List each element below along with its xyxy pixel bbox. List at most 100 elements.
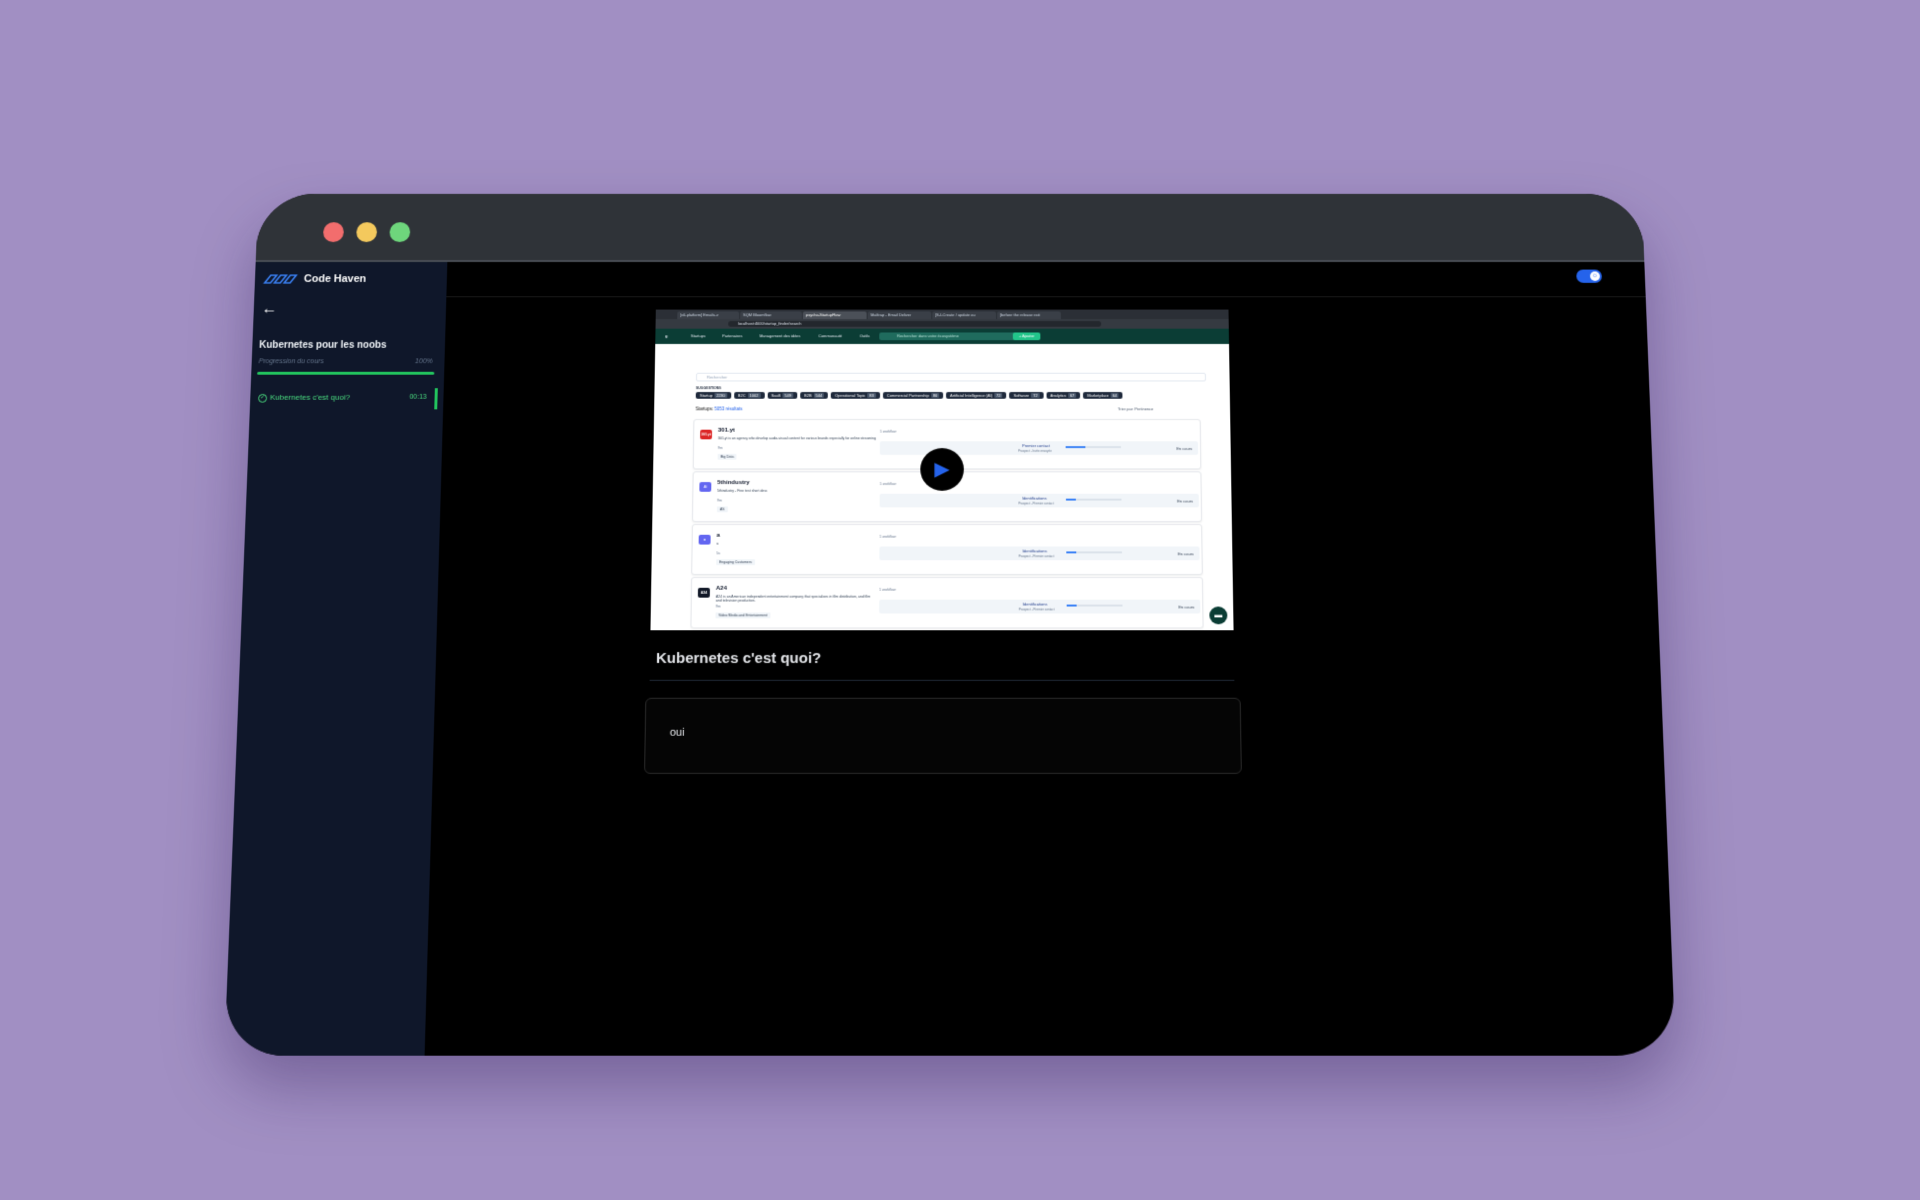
video-chip-count: 67	[1067, 392, 1077, 398]
video-startup-desc: a	[716, 541, 719, 546]
video-chip-label: Analytics	[1050, 392, 1067, 398]
video-chip-count: 64	[1110, 392, 1119, 398]
video-chip-label: Software	[1013, 392, 1030, 398]
lesson-content-text: oui	[669, 726, 685, 739]
video-startup-tag: AS	[716, 506, 728, 513]
video-startup-workflow: 1 workflow	[879, 587, 896, 592]
video-chip: Software 72	[1009, 392, 1044, 399]
theme-toggle[interactable]: ☼	[1576, 269, 1603, 283]
video-startup-card: a a a 5s Engaging Customers 1 workflow Identif…	[691, 524, 1203, 576]
video-chip-label: Artificial Intelligence (AI)	[950, 392, 993, 398]
video-startup-time: 5s	[716, 551, 721, 556]
video-startup-stage: Identifications Prospect - Premier contac…	[879, 546, 1200, 561]
video-nav-add: + Ajouter	[1012, 332, 1041, 341]
video-stage-fill	[1066, 551, 1077, 554]
video-results-prefix: Startups:	[695, 406, 714, 412]
video-chip-label: Commercial Partnership	[886, 392, 929, 398]
video-browser-tabs: [v0-platform] Emails-v SQM Bloomflow psy…	[655, 309, 1229, 320]
lesson-title: Kubernetes c'est quoi?	[655, 650, 822, 667]
video-url: localhost:4000/startup_finder/search	[728, 321, 1102, 327]
video-startup-name: 301.yt	[717, 427, 735, 434]
video-startup-logo: 4i	[699, 482, 712, 492]
video-stage-sub: Prospect - Premier contact	[1018, 501, 1054, 506]
video-chip: Startup 2230	[695, 392, 732, 399]
lesson-duration: 00:13	[409, 393, 427, 401]
video-startup-card: A24 A24 A24 is an American independent ent…	[690, 576, 1204, 629]
video-results-value: 5053 résultats	[714, 406, 743, 412]
video-chip-label: SaaS	[771, 392, 781, 398]
progress-label: Progression du cours	[258, 358, 324, 366]
video-chip: B2B 544	[800, 392, 829, 399]
video-tab: [v0-platform] Emails-v	[677, 311, 740, 320]
video-nav-item: Communauté	[818, 333, 843, 339]
video-startup-tag: Engaging Customers	[716, 559, 755, 566]
video-startup-time: 9m	[717, 446, 723, 451]
video-stage-status: En cours	[1177, 498, 1193, 504]
video-nav-item: Partenaires	[722, 333, 743, 339]
infinity-logo-icon	[263, 273, 299, 284]
video-startup-logo: a	[698, 534, 711, 545]
brand-name: Code Haven	[303, 273, 367, 285]
course-title: Kubernetes pour les noobs	[259, 340, 387, 351]
video-nav-item: Outils	[859, 333, 870, 339]
chat-icon: ▬	[1209, 606, 1228, 625]
video-startup-stage: Identifications Prospect - Premier contac…	[879, 599, 1201, 614]
video-stage-status: En cours	[1176, 446, 1193, 451]
video-stage-bar	[1065, 498, 1122, 501]
course-sidebar: Code Haven ← Kubernetes pour les noobs P…	[224, 261, 448, 1056]
video-chip-label: Operational Topic	[834, 392, 866, 398]
video-url-bar: localhost:4000/startup_finder/search	[655, 319, 1229, 329]
check-circle-icon: ✓	[257, 393, 268, 403]
video-chip-label: Marketplace	[1087, 392, 1109, 398]
video-nav-item: Startups	[690, 333, 706, 339]
video-startup-desc: 5thindustry - Fine test short desc	[717, 488, 768, 493]
video-stage-fill	[1065, 498, 1076, 501]
video-stage-sub: Prospect - Premier contact	[1018, 554, 1054, 559]
video-startup-workflow: 1 workflow	[879, 429, 897, 434]
minimize-window-button[interactable]	[356, 222, 378, 243]
brand-logo-link[interactable]: Code Haven	[263, 273, 367, 285]
lesson-item[interactable]: ✓ Kubernetes c'est quoi? 00:13	[251, 388, 438, 410]
video-stage-bar	[1066, 551, 1122, 554]
video-startup-time: 9m	[717, 498, 722, 503]
video-suggestions-label: SUGGESTIONS	[695, 386, 722, 391]
video-startup-tag: Big Data	[717, 453, 737, 460]
divider	[649, 679, 1235, 681]
video-tab: psycho-StartupFlow	[802, 311, 867, 320]
video-player[interactable]: [v0-platform] Emails-v SQM Bloomflow psy…	[650, 309, 1234, 631]
video-chip-label: B2C	[737, 392, 746, 398]
lesson-content-box: oui	[644, 697, 1242, 774]
video-chip-count: 83	[867, 392, 876, 398]
video-stage-status: En cours	[1178, 604, 1195, 610]
video-app-nav: g Startups Partenaires Management des id…	[655, 328, 1230, 344]
video-stage-bar	[1065, 446, 1121, 449]
video-stage-fill	[1065, 446, 1085, 449]
video-startup-tag: Video Media and Entertainment	[715, 612, 771, 619]
video-chip-label: Startup	[699, 392, 713, 398]
video-chip-count: 80	[930, 392, 940, 398]
video-startup-stage: Identifications Prospect - Premier contac…	[879, 493, 1199, 508]
video-stage-bar	[1066, 604, 1123, 607]
video-startup-logo: A24	[697, 587, 710, 598]
video-startup-name: a	[716, 532, 720, 539]
play-button[interactable]: ▶	[920, 448, 964, 491]
sun-icon: ☼	[1589, 271, 1601, 281]
video-chip: Analytics 67	[1046, 392, 1081, 399]
video-startup-name: A24	[715, 585, 727, 592]
progress-percent: 100%	[414, 358, 433, 366]
video-stage-sub: Prospect - Invite envoyée	[1018, 449, 1052, 453]
video-chip-count: 72	[1031, 392, 1040, 398]
maximize-window-button[interactable]	[389, 222, 411, 243]
video-tab: [S-I-Create / update ou	[932, 311, 997, 320]
video-chip: B2C 1002	[733, 392, 765, 399]
video-sort-label: Trier par: Pertinence	[1117, 406, 1154, 412]
window-titlebar	[255, 193, 1645, 262]
video-chip-count: 72	[994, 392, 1003, 398]
video-startup-name: 5thindustry	[717, 480, 750, 486]
video-results-count: Startups: 5053 résultats	[696, 406, 743, 411]
video-tab: [before the release exit	[997, 311, 1061, 320]
close-window-button[interactable]	[322, 222, 345, 243]
course-progress-bar	[257, 371, 435, 375]
back-button[interactable]: ←	[261, 301, 277, 317]
video-nav-item: Management des idées	[759, 333, 801, 339]
